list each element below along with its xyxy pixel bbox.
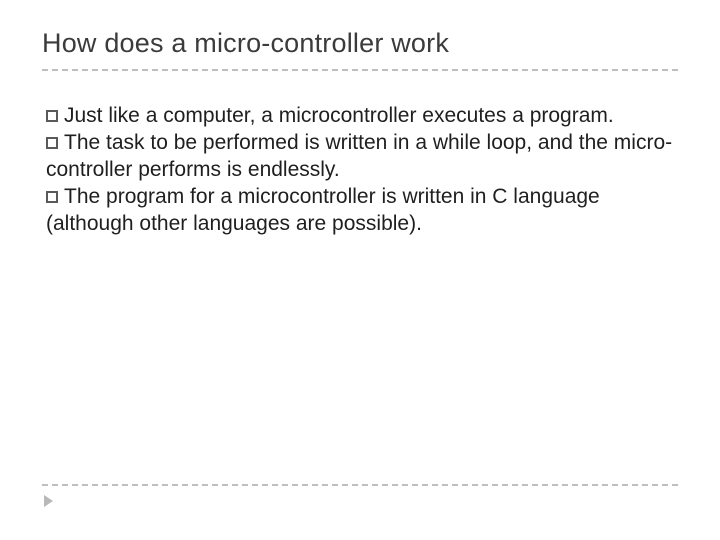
slide-title: How does a micro-controller work xyxy=(42,28,678,69)
title-block: How does a micro-controller work xyxy=(42,28,678,71)
slide-content: Just like a computer, a microcontroller … xyxy=(42,71,678,237)
slide: How does a micro-controller work Just li… xyxy=(0,0,720,540)
footer-divider xyxy=(42,484,678,486)
bullet-text: Just like a computer, a microcontroller … xyxy=(64,104,614,127)
square-bullet-icon xyxy=(46,110,58,122)
bullet-text: The task to be performed is written in a… xyxy=(46,131,672,181)
square-bullet-icon xyxy=(46,191,58,203)
slide-footer xyxy=(42,484,678,512)
bullet-text: The program for a microcontroller is wri… xyxy=(46,185,600,235)
arrow-right-icon xyxy=(44,495,53,507)
square-bullet-icon xyxy=(46,137,58,149)
